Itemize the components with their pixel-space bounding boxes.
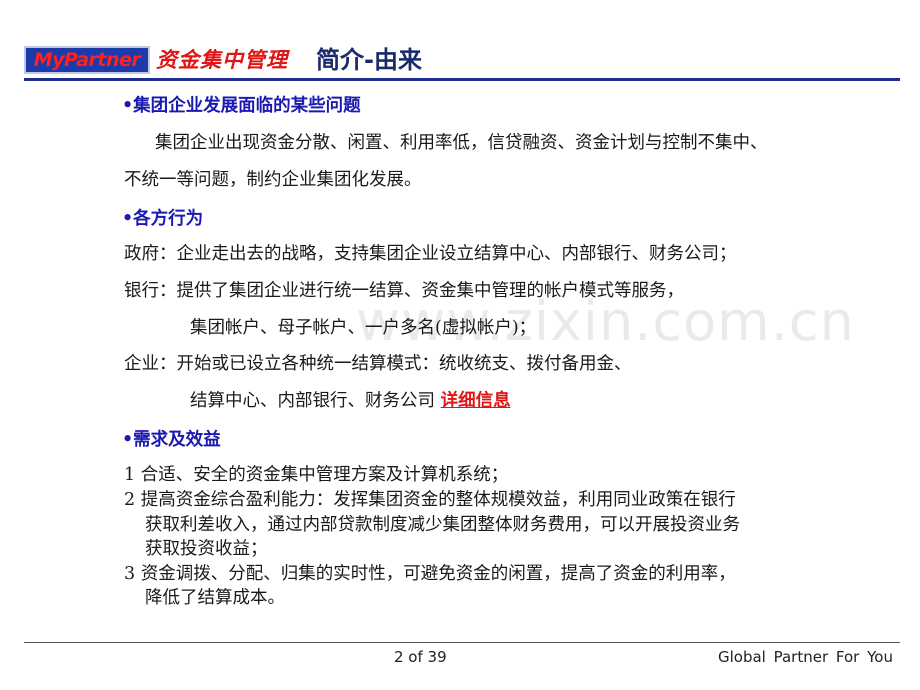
body-line: 集团企业出现资金分散、闲置、利用率低，信贷融资、资金计划与控制不集中、 bbox=[155, 133, 768, 153]
footer-divider bbox=[24, 642, 900, 643]
body-line-enterprise: 企业：开始或已设立各种统一结算模式：统收统支、拨付备用金、 bbox=[124, 354, 632, 374]
list-item: 2 提高资金综合盈利能力：发挥集团资金的整体规模效益，利用同业政策在银行 bbox=[124, 490, 736, 510]
list-item-continued: 获取利差收入，通过内部贷款制度减少集团整体财务费用，可以开展投资业务 bbox=[145, 515, 740, 535]
section-heading-benefits: •需求及效益 bbox=[122, 430, 221, 450]
header-divider bbox=[24, 78, 900, 81]
list-item-continued: 降低了结算成本。 bbox=[145, 588, 285, 608]
brand-title: 资金集中管理 bbox=[156, 47, 288, 72]
slide-title: 简介-由来 bbox=[316, 46, 422, 74]
section-heading-problems: •集团企业发展面临的某些问题 bbox=[122, 96, 361, 116]
enterprise-modes-text: 结算中心、内部银行、财务公司 bbox=[190, 391, 435, 411]
page-number: 2 of 39 bbox=[394, 648, 447, 666]
body-line: 不统一等问题，制约企业集团化发展。 bbox=[124, 170, 422, 190]
details-link[interactable]: 详细信息 bbox=[441, 391, 511, 411]
body-line-enterprise-2: 结算中心、内部银行、财务公司 详细信息 bbox=[190, 387, 511, 412]
mypartner-logo: MyPartner bbox=[24, 46, 150, 74]
body-line-bank: 银行：提供了集团企业进行统一结算、资金集中管理的帐户模式等服务， bbox=[124, 281, 684, 301]
body-line-bank-accounts: 集团帐户、母子帐户、一户多名(虚拟帐户)； bbox=[190, 318, 537, 338]
footer-tagline: Global Partner For You bbox=[718, 648, 893, 666]
list-item-continued: 获取投资收益； bbox=[145, 539, 268, 559]
list-item: 1 合适、安全的资金集中管理方案及计算机系统； bbox=[124, 465, 509, 485]
section-heading-parties: •各方行为 bbox=[122, 209, 204, 229]
list-item: 3 资金调拨、分配、归集的实时性，可避免资金的闲置，提高了资金的利用率， bbox=[124, 564, 736, 584]
slide-header: MyPartner 资金集中管理 简介-由来 bbox=[24, 44, 900, 78]
body-line-government: 政府：企业走出去的战略，支持集团企业设立结算中心、内部银行、财务公司； bbox=[124, 244, 737, 264]
